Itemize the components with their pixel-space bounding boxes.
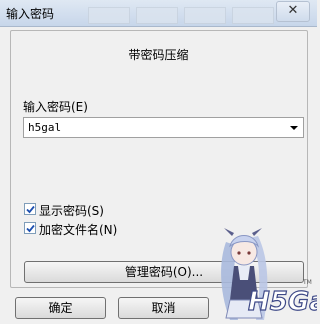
show-password-checkbox[interactable] xyxy=(24,203,36,215)
close-button[interactable]: ✕ xyxy=(276,1,310,22)
password-combobox[interactable]: h5gal xyxy=(23,117,304,138)
window-title: 输入密码 xyxy=(6,7,55,21)
encrypt-filenames-label: 加密文件名(N) xyxy=(39,223,118,237)
checkmark-icon xyxy=(26,205,35,214)
password-input[interactable]: h5gal xyxy=(28,121,61,134)
checkmark-icon xyxy=(26,224,35,233)
ok-button[interactable]: 确定 xyxy=(15,297,106,319)
close-icon: ✕ xyxy=(287,3,299,18)
h5gal-watermark-logo: H5Gal TM xyxy=(221,228,317,320)
password-label: 输入密码(E) xyxy=(23,100,88,114)
encrypt-filenames-checkbox[interactable] xyxy=(24,222,36,234)
group-title: 带密码压缩 xyxy=(128,48,189,62)
trademark-text: TM xyxy=(302,279,312,286)
background-tab xyxy=(232,7,274,24)
show-password-label: 显示密码(S) xyxy=(39,204,104,218)
background-tab xyxy=(88,7,130,24)
title-bar: 输入密码 ✕ xyxy=(0,0,317,27)
background-tab xyxy=(184,7,226,24)
dropdown-arrow-icon[interactable] xyxy=(290,126,298,130)
cancel-button[interactable]: 取消 xyxy=(118,297,209,319)
background-tab xyxy=(136,7,178,24)
watermark-text: H5Gal xyxy=(248,287,317,317)
